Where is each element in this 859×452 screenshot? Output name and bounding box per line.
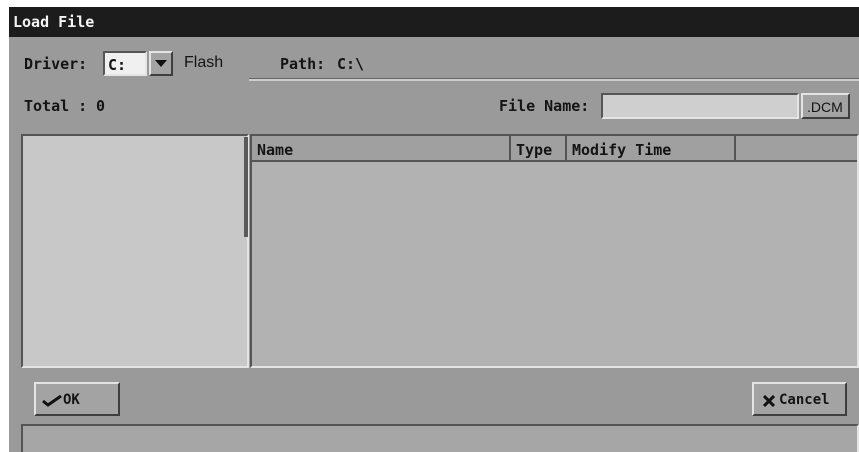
column-header-type[interactable]: Type bbox=[511, 136, 567, 162]
cancel-button[interactable]: Cancel bbox=[752, 382, 847, 416]
total-label: Total : bbox=[24, 97, 88, 115]
file-list-header: Name Type Modify Time bbox=[252, 136, 857, 162]
driver-value-box[interactable]: C: bbox=[103, 51, 147, 76]
column-header-type-label: Type bbox=[516, 141, 553, 159]
folder-tree-pane[interactable] bbox=[21, 134, 249, 368]
column-header-modify-time[interactable]: Modify Time bbox=[567, 136, 736, 162]
extension-button[interactable]: .DCM bbox=[801, 93, 850, 119]
path-label: Path: bbox=[280, 55, 326, 73]
chevron-down-icon bbox=[155, 60, 167, 67]
column-header-extra[interactable] bbox=[736, 136, 857, 162]
x-icon bbox=[763, 395, 775, 407]
file-name-input[interactable] bbox=[601, 93, 799, 119]
path-value: C:\ bbox=[337, 55, 365, 73]
file-list[interactable]: Name Type Modify Time bbox=[250, 134, 859, 368]
folder-pane-scrollbar[interactable] bbox=[244, 137, 248, 237]
window-title: Load File bbox=[13, 13, 95, 31]
ok-label: OK bbox=[63, 392, 80, 408]
driver-dropdown-button[interactable] bbox=[149, 51, 173, 76]
column-header-name[interactable]: Name bbox=[252, 136, 511, 162]
checkmark-icon bbox=[42, 395, 62, 407]
path-divider bbox=[249, 78, 859, 81]
column-header-modify-time-label: Modify Time bbox=[572, 141, 672, 159]
load-file-dialog: Load File Driver: C: Flash Path: C:\ Tot… bbox=[9, 7, 859, 452]
file-name-label: File Name: bbox=[499, 97, 590, 115]
driver-select[interactable]: C: bbox=[103, 51, 175, 76]
extension-label: .DCM bbox=[807, 99, 843, 115]
column-header-name-label: Name bbox=[257, 141, 294, 159]
driver-value: C: bbox=[108, 56, 127, 74]
cancel-label: Cancel bbox=[779, 392, 830, 408]
driver-name: Flash bbox=[184, 54, 224, 71]
status-bar bbox=[21, 424, 859, 452]
ok-button[interactable]: OK bbox=[34, 382, 120, 416]
title-bar: Load File bbox=[9, 7, 859, 37]
driver-label: Driver: bbox=[24, 55, 88, 73]
total-value: 0 bbox=[96, 97, 106, 115]
